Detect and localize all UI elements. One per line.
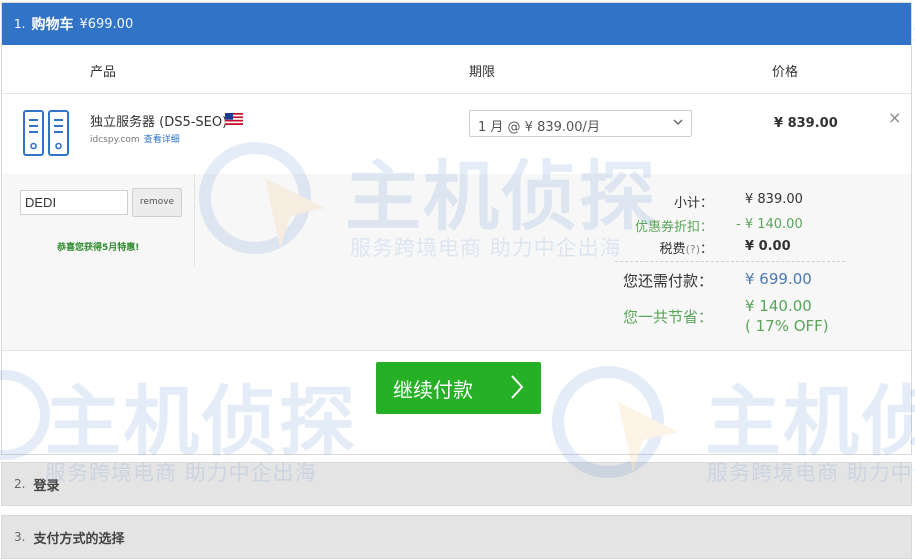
- chevron-right-icon: [511, 375, 524, 399]
- amount-due-value: ¥ 699.00: [745, 270, 812, 288]
- subtotal-value: ¥ 839.00: [745, 192, 803, 207]
- continue-payment-label: 继续付款: [393, 378, 473, 402]
- us-flag-icon: [225, 113, 243, 125]
- step-payment-title: 支付方式的选择: [33, 531, 125, 547]
- step-login-title: 登录: [33, 478, 60, 494]
- step-payment-method[interactable]: 3. 支付方式的选择: [1, 515, 912, 559]
- product-name: 独立服务器 (DS5-SEO): [90, 115, 228, 130]
- product-domain-text: idcspy.com: [90, 135, 140, 145]
- summary-area: remove 恭喜您获得5月特惠! 小计： ¥ 839.00 优惠券折扣： - …: [2, 174, 911, 351]
- period-select[interactable]: 1 月 @ ¥ 839.00/月: [469, 110, 692, 137]
- cart-total: ¥699.00: [79, 16, 134, 32]
- product-row: 独立服务器 (DS5-SEO) idcspy.com 查看详细 1 月 @ ¥ 8…: [2, 94, 911, 175]
- remove-item-icon[interactable]: ×: [888, 108, 901, 127]
- tax-label: 税费(?)：: [660, 238, 713, 257]
- subtotal-label: 小计：: [673, 196, 713, 211]
- continue-payment-button[interactable]: 继续付款: [376, 362, 541, 414]
- product-price: ¥ 839.00: [774, 116, 838, 131]
- column-period: 期限: [469, 65, 496, 80]
- period-selected-value: 1 月 @ ¥ 839.00/月: [478, 120, 600, 135]
- server-icon: [23, 110, 69, 156]
- product-domain: idcspy.com 查看详细: [90, 132, 180, 145]
- tax-label-text: 税费: [659, 242, 686, 257]
- total-saved-percent: ( 17% OFF): [745, 317, 829, 335]
- cart-title: 购物车: [31, 17, 74, 33]
- column-price: 价格: [772, 65, 799, 80]
- promo-code-input[interactable]: [20, 190, 128, 215]
- tax-value: ¥ 0.00: [745, 239, 791, 254]
- chevron-down-icon: [673, 119, 683, 125]
- summary-divider: [615, 261, 845, 262]
- discount-value: - ¥ 140.00: [736, 217, 803, 232]
- discount-label: 优惠券折扣：: [634, 220, 713, 235]
- step-login[interactable]: 2. 登录: [1, 462, 912, 506]
- promo-box: remove 恭喜您获得5月特惠!: [2, 174, 195, 266]
- promo-remove-button[interactable]: remove: [132, 188, 182, 217]
- cart-step-number: 1.: [14, 17, 26, 31]
- step-payment-number: 3.: [14, 530, 26, 544]
- total-saved-value: ¥ 140.00: [745, 297, 812, 315]
- cart-header[interactable]: 1. 购物车 ¥699.00: [2, 3, 911, 45]
- total-saved-label: 您一共节省：: [622, 308, 713, 326]
- checkout-button-zone: 继续付款: [2, 351, 911, 454]
- promo-message: 恭喜您获得5月特惠!: [57, 243, 140, 253]
- amount-due-label: 您还需付款：: [622, 272, 713, 290]
- cart-panel: 1. 购物车 ¥699.00 产品 期限 价格 独立服务器 (DS5-SEO): [1, 2, 912, 455]
- step-login-number: 2.: [14, 477, 26, 491]
- tax-help-icon[interactable]: (?): [686, 243, 700, 256]
- tax-label-colon: ：: [699, 242, 713, 257]
- view-details-link[interactable]: 查看详细: [144, 135, 180, 145]
- column-product: 产品: [90, 65, 117, 80]
- column-headers: 产品 期限 价格: [2, 45, 911, 94]
